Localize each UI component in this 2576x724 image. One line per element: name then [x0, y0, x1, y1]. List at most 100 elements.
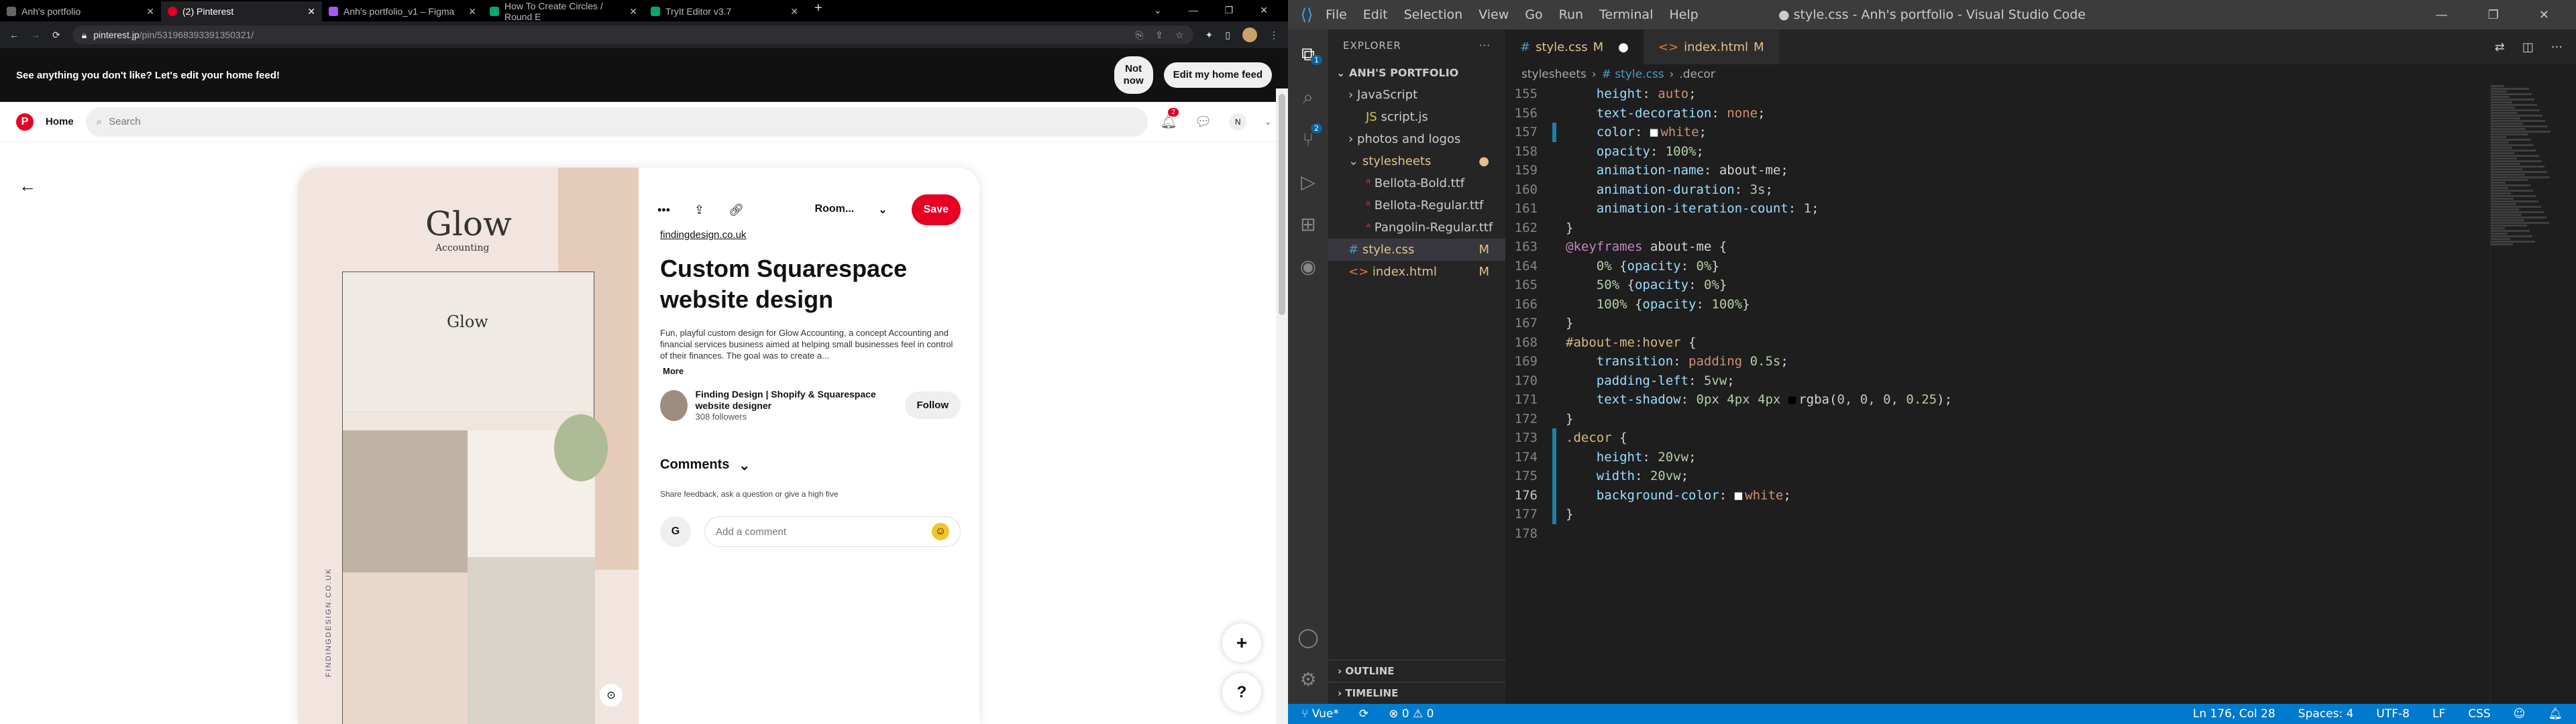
author-name[interactable]: Finding Design | Shopify & Squarespace w…: [696, 389, 897, 412]
run-debug-icon[interactable]: ▷: [1301, 171, 1316, 193]
back-icon[interactable]: ←: [9, 29, 19, 40]
sync-icon[interactable]: ⟳: [1359, 707, 1368, 721]
account-icon[interactable]: ◯: [1297, 626, 1318, 648]
browser-tab[interactable]: Anh's portfolio_v1 – Figma ✕: [322, 1, 483, 21]
code-line[interactable]: 160 animation-duration: 3s;: [1505, 180, 2576, 200]
search-input[interactable]: ⌕ Search: [85, 107, 1148, 137]
code-line[interactable]: 155 height: auto;: [1505, 84, 2576, 104]
menu-help[interactable]: Help: [1669, 7, 1698, 22]
back-arrow-icon[interactable]: ←: [19, 176, 36, 196]
code-line[interactable]: 178: [1505, 524, 2576, 544]
code-editor[interactable]: 155 height: auto; 156 text-decoration: no…: [1505, 84, 2576, 543]
code-line[interactable]: 165 50% {opacity: 0%}: [1505, 276, 2576, 295]
timeline-panel-header[interactable]: › TIMELINE: [1328, 682, 1505, 704]
split-editor-icon[interactable]: ◫: [2522, 40, 2534, 54]
menu-file[interactable]: File: [1326, 7, 1347, 22]
browser-tab[interactable]: How To Create Circles / Round E ✕: [483, 1, 644, 22]
not-now-button[interactable]: Not now: [1114, 56, 1153, 94]
more-link[interactable]: More: [663, 366, 684, 376]
code-line[interactable]: 159 animation-name: about-me;: [1505, 161, 2576, 180]
profile-avatar[interactable]: [1242, 27, 1257, 42]
close-window-button[interactable]: ✕: [2539, 8, 2549, 22]
settings-gear-icon[interactable]: ⚙: [1299, 668, 1316, 690]
close-tab-icon[interactable]: ✕: [790, 6, 798, 17]
menu-edit[interactable]: Edit: [1363, 7, 1388, 22]
eol[interactable]: LF: [2432, 707, 2445, 721]
scrollbar-thumb[interactable]: [1279, 94, 1285, 315]
editor-tab-index-html[interactable]: <> index.html M: [1643, 29, 1779, 64]
url-field[interactable]: 🔒︎ pinterest.jp/pin/531968393391350321/ …: [72, 25, 1193, 44]
minimize-button[interactable]: —: [1189, 5, 1198, 16]
profile-avatar[interactable]: N: [1229, 113, 1247, 131]
follow-button[interactable]: Follow: [904, 391, 961, 419]
messages-icon[interactable]: 💬︎: [1195, 113, 1212, 130]
browser-tab[interactable]: Anh's portfolio ✕: [0, 1, 161, 21]
unsaved-dot-icon[interactable]: ●: [1618, 40, 1629, 54]
menu-view[interactable]: View: [1479, 7, 1509, 22]
more-actions-icon[interactable]: ···: [2551, 40, 2563, 54]
cursor-position[interactable]: Ln 176, Col 28: [2193, 707, 2275, 721]
close-tab-icon[interactable]: ✕: [629, 6, 637, 17]
code-line[interactable]: 172}: [1505, 410, 2576, 429]
code-line[interactable]: 176 background-color: ■ white;: [1505, 485, 2576, 505]
encoding[interactable]: UTF-8: [2376, 707, 2410, 721]
edit-home-feed-button[interactable]: Edit my home feed: [1163, 62, 1272, 88]
minimap[interactable]: [2490, 84, 2576, 704]
code-line[interactable]: 166 100% {opacity: 100%}: [1505, 295, 2576, 314]
home-link[interactable]: Home: [46, 116, 74, 127]
code-line[interactable]: 169 transition: padding 0.5s;: [1505, 352, 2576, 371]
code-line[interactable]: 167}: [1505, 314, 2576, 333]
comment-input[interactable]: Add a comment ☺: [704, 516, 961, 547]
feedback-icon[interactable]: ☺: [2514, 707, 2526, 721]
search-icon[interactable]: ⌕: [1303, 86, 1313, 109]
install-icon[interactable]: ⎘: [1136, 29, 1143, 41]
menu-terminal[interactable]: Terminal: [1599, 7, 1653, 22]
editor-tab-style-css[interactable]: # style.css M ●: [1505, 29, 1644, 64]
restore-button[interactable]: ❐: [2488, 8, 2499, 22]
browser-tab-active[interactable]: (2) Pinterest ✕: [161, 1, 322, 21]
language-mode[interactable]: CSS: [2468, 707, 2490, 721]
breadcrumb-folder[interactable]: stylesheets: [1521, 68, 1587, 81]
close-tab-icon[interactable]: ✕: [468, 6, 476, 17]
board-selector[interactable]: Room... ⌄: [815, 203, 888, 217]
share-icon[interactable]: ⇪: [694, 203, 704, 217]
code-line[interactable]: 168 #about-me:hover {: [1505, 333, 2576, 353]
breadcrumb-file[interactable]: # style.css: [1602, 68, 1664, 81]
problems-indicator[interactable]: ⊗ 0 ⚠ 0: [1389, 707, 1434, 721]
close-window-button[interactable]: ✕: [1260, 5, 1268, 16]
close-tab-icon[interactable]: ✕: [307, 6, 315, 17]
code-line[interactable]: 177}: [1505, 505, 2576, 524]
more-options-icon[interactable]: •••: [657, 203, 670, 217]
tree-file-ttf[interactable]: ᵃ Bellota-Regular.ttf: [1328, 194, 1505, 217]
code-line[interactable]: 161 animation-iteration-count: 1;: [1505, 199, 2576, 219]
code-line[interactable]: 173 .decor {: [1505, 428, 2576, 448]
minimize-button[interactable]: —: [2436, 8, 2448, 22]
compare-changes-icon[interactable]: ⇄: [2495, 40, 2505, 54]
pinterest-logo-icon[interactable]: P: [16, 113, 34, 131]
tree-file-index-html[interactable]: <> index.html M: [1328, 261, 1505, 283]
visual-search-lens-icon[interactable]: ⊙: [600, 684, 623, 707]
code-line[interactable]: 156 text-decoration: none;: [1505, 104, 2576, 123]
author-avatar[interactable]: [660, 389, 688, 421]
code-line[interactable]: 163 @keyframes about-me {: [1505, 237, 2576, 257]
bookmark-star-icon[interactable]: ☆: [1175, 29, 1184, 41]
outline-panel-header[interactable]: › OUTLINE: [1328, 660, 1505, 682]
code-line[interactable]: 158 opacity: 100%;: [1505, 142, 2576, 162]
more-actions-icon[interactable]: ···: [1479, 40, 1491, 52]
extensions-icon[interactable]: ✦: [1205, 29, 1214, 41]
indentation[interactable]: Spaces: 4: [2298, 707, 2354, 721]
account-chevron-down-icon[interactable]: ⌄: [1264, 116, 1272, 127]
tree-file-style-css[interactable]: # style.css M: [1328, 239, 1505, 261]
tab-search-icon[interactable]: ⌄: [1154, 5, 1162, 16]
breadcrumb-symbol[interactable]: .decor: [1679, 68, 1715, 81]
save-button[interactable]: Save: [911, 194, 961, 225]
reload-icon[interactable]: ⟳: [52, 29, 60, 41]
help-button[interactable]: ?: [1222, 673, 1261, 712]
source-link[interactable]: findingdesign.co.uk: [660, 229, 746, 241]
code-line[interactable]: 171 text-shadow: 0px 4px 4px ■ rgba(0, 0,…: [1505, 390, 2576, 410]
emoji-icon[interactable]: ☺: [932, 523, 949, 540]
chrome-menu-icon[interactable]: ⋮: [1269, 29, 1279, 41]
page-scrollbar[interactable]: [1276, 88, 1288, 724]
tree-folder-stylesheets[interactable]: ⌄ stylesheets ●: [1328, 150, 1505, 172]
menu-go[interactable]: Go: [1525, 7, 1542, 22]
